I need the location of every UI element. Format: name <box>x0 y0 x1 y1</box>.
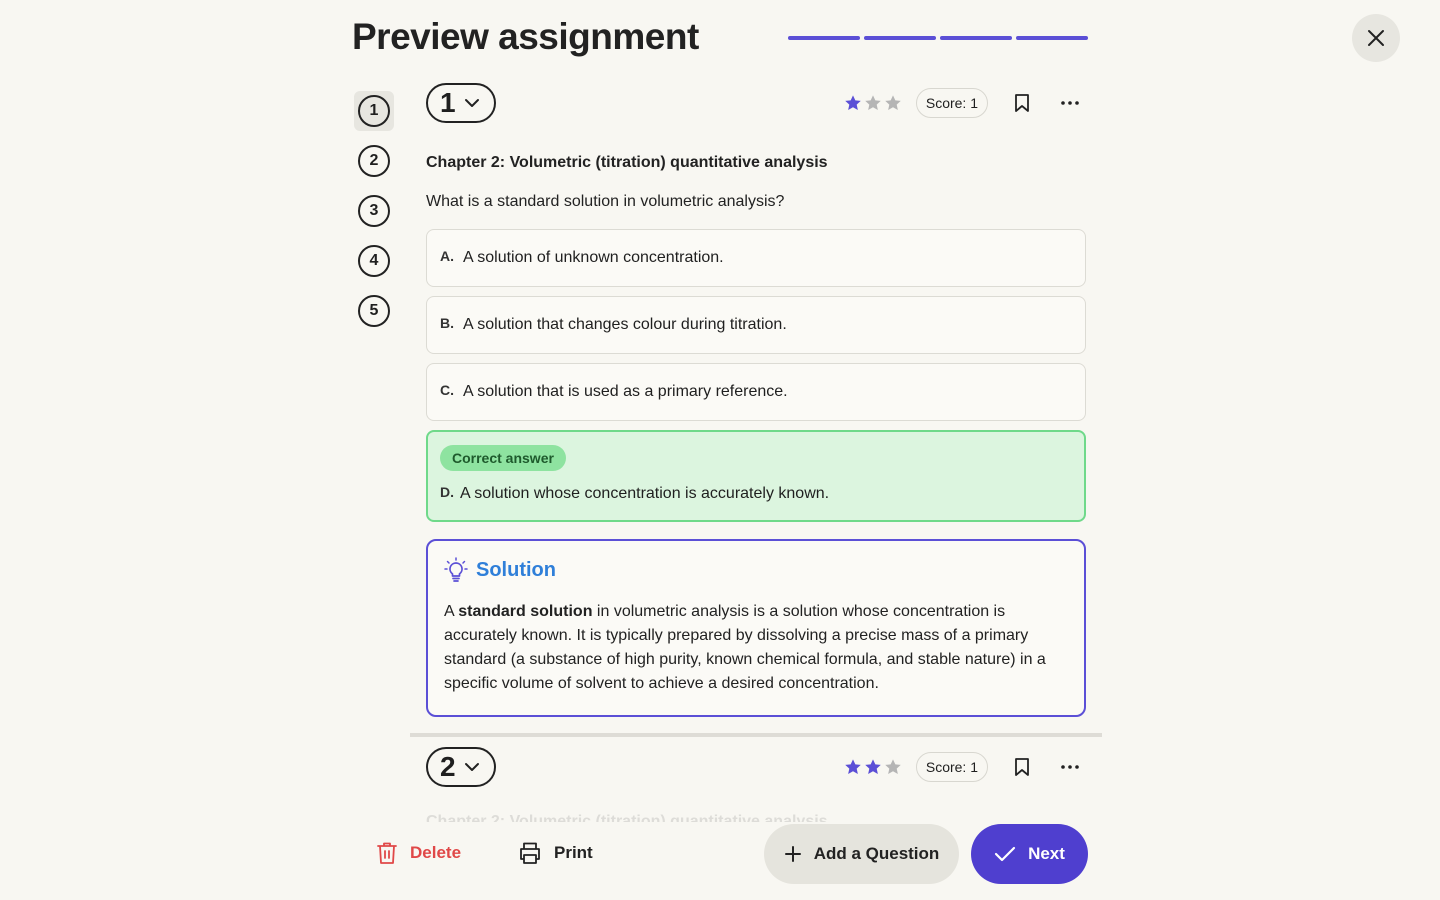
score-badge: Score: 1 <box>915 88 988 118</box>
question-nav-number: 5 <box>358 295 390 327</box>
delete-label: Delete <box>410 843 462 862</box>
next-label: Next <box>1028 844 1065 863</box>
answer-option-a[interactable]: A. A solution of unknown concentration. <box>426 229 1086 287</box>
progress-bar <box>788 36 1088 40</box>
more-horizontal-icon <box>1061 765 1079 769</box>
bookmark-button[interactable] <box>1006 751 1038 783</box>
close-icon <box>1368 30 1384 46</box>
option-letter: C. <box>440 382 454 398</box>
question-nav-item-4[interactable]: 4 <box>354 241 394 281</box>
print-button[interactable]: Print <box>518 841 593 865</box>
lightbulb-icon <box>444 557 468 582</box>
progress-segment <box>788 36 860 40</box>
difficulty-stars <box>844 94 902 112</box>
star-icon <box>885 95 901 111</box>
printer-icon <box>520 842 540 864</box>
star-icon <box>885 759 901 775</box>
correct-answer-badge: Correct answer <box>440 445 566 471</box>
question-header: 2 Score: 1 <box>426 737 1086 797</box>
star-icon <box>865 759 881 775</box>
answer-option-b[interactable]: B. A solution that changes colour during… <box>426 296 1086 354</box>
question-nav-item-3[interactable]: 3 <box>354 191 394 231</box>
checkmark-icon <box>994 846 1016 862</box>
chapter-label: Chapter 2: Volumetric (titration) quanti… <box>426 154 828 171</box>
more-options-button[interactable] <box>1054 751 1086 783</box>
option-text: A solution whose concentration is accura… <box>460 485 830 502</box>
question-nav-item-2[interactable]: 2 <box>354 141 394 181</box>
bookmark-icon <box>1015 94 1029 112</box>
questions-scroll-area[interactable]: 1 Score: 1 Chapter 2: Volumetric (titrat… <box>410 70 1102 822</box>
difficulty-stars <box>844 758 902 776</box>
question-nav-number: 4 <box>358 245 390 277</box>
option-letter: A. <box>440 248 454 264</box>
more-horizontal-icon <box>1061 101 1079 105</box>
solution-key-term: standard solution <box>458 603 593 620</box>
plus-icon <box>784 846 801 862</box>
question-number-dropdown[interactable]: 2 <box>426 747 496 787</box>
add-question-button[interactable]: Add a Question <box>764 824 959 884</box>
more-options-button[interactable] <box>1054 87 1086 119</box>
answer-option-c[interactable]: C. A solution that is used as a primary … <box>426 363 1086 421</box>
options-list: A. A solution of unknown concentration. … <box>426 229 1086 522</box>
star-icon <box>865 95 881 111</box>
question-nav-number: 3 <box>358 195 390 227</box>
question-nav-item-5[interactable]: 5 <box>354 291 394 331</box>
option-text: A solution of unknown concentration. <box>463 249 724 266</box>
bookmark-button[interactable] <box>1006 87 1038 119</box>
question-number: 1 <box>440 87 456 118</box>
score-badge: Score: 1 <box>915 752 988 782</box>
option-text: A solution that changes colour during ti… <box>463 316 787 333</box>
close-button[interactable] <box>1352 14 1400 62</box>
answer-option-d-correct[interactable]: Correct answer D. A solution whose conce… <box>426 430 1086 522</box>
print-label: Print <box>554 843 593 862</box>
add-question-label: Add a Question <box>813 844 940 863</box>
question-header: 1 Score: 1 <box>426 70 1086 136</box>
next-button[interactable]: Next <box>971 824 1088 884</box>
delete-button[interactable]: Delete <box>376 841 461 865</box>
question-nav-number: 2 <box>358 145 390 177</box>
option-letter: B. <box>440 315 454 331</box>
chevron-down-icon <box>464 763 479 771</box>
chapter-label: Chapter 2: Volumetric (titration) quanti… <box>426 813 828 822</box>
solution-text: A standard solution in volumetric analys… <box>444 600 1068 696</box>
chevron-down-icon <box>464 99 479 107</box>
solution-text-prefix: A <box>444 603 459 620</box>
progress-segment <box>940 36 1012 40</box>
question-nav: 1 2 3 4 5 <box>354 91 394 341</box>
option-text: A solution that is used as a primary ref… <box>463 383 788 400</box>
progress-segment <box>864 36 936 40</box>
star-icon <box>845 95 861 111</box>
solution-title: Solution <box>476 558 556 581</box>
solution-panel: Solution A standard solution in volumetr… <box>426 539 1086 717</box>
question-number-dropdown[interactable]: 1 <box>426 83 496 123</box>
question-text: What is a standard solution in volumetri… <box>426 193 785 210</box>
question-nav-item-1[interactable]: 1 <box>354 91 394 131</box>
bookmark-icon <box>1015 758 1029 776</box>
footer-bar: Delete Print Add a Question Next <box>0 824 1440 884</box>
option-letter: D. <box>440 484 454 500</box>
question-card: 2 Score: 1 Chapter 2: Volumetric (titrat… <box>410 737 1102 822</box>
page-title: Preview assignment <box>352 16 699 57</box>
progress-segment <box>1016 36 1088 40</box>
question-number: 2 <box>440 751 456 782</box>
question-nav-number: 1 <box>358 95 390 127</box>
trash-icon <box>377 842 397 864</box>
star-icon <box>845 759 861 775</box>
question-card: 1 Score: 1 Chapter 2: Volumetric (titrat… <box>410 70 1102 717</box>
